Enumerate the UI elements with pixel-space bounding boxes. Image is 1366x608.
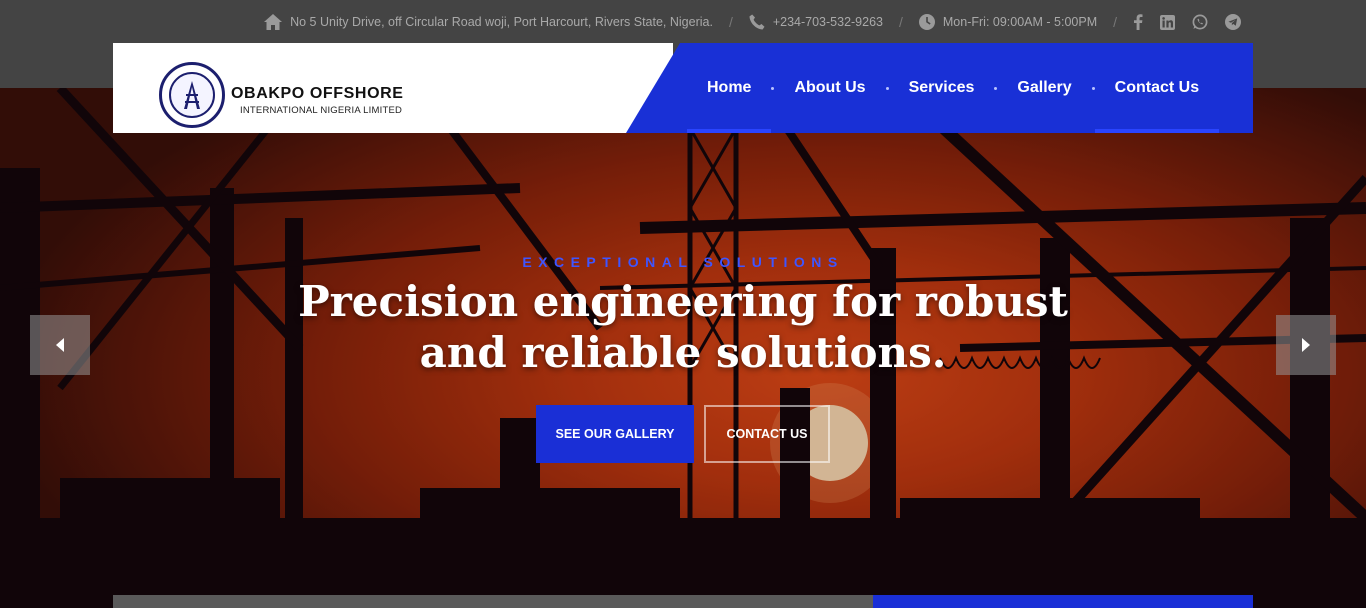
nav-contact-us[interactable]: Contact Us xyxy=(1094,43,1220,133)
company-logo[interactable] xyxy=(159,62,225,128)
main-nav: Home About Us Services Gallery Contact U… xyxy=(687,43,1220,133)
nav-gallery[interactable]: Gallery xyxy=(997,43,1091,133)
separator: / xyxy=(1113,14,1117,30)
hours-text: Mon-Fri: 09:00AM - 5:00PM xyxy=(942,15,1098,29)
nav-home[interactable]: Home xyxy=(687,43,772,133)
hours-item: Mon-Fri: 09:00AM - 5:00PM xyxy=(918,14,1098,30)
phone-item[interactable]: +234-703-532-9263 xyxy=(749,14,883,30)
address-item: No 5 Unity Drive, off Circular Road woji… xyxy=(264,14,713,30)
contact-info: No 5 Unity Drive, off Circular Road woji… xyxy=(264,12,1249,32)
site-header: OBAKPO OFFSHORE INTERNATIONAL NIGERIA LI… xyxy=(113,43,1253,133)
section-divider-strip xyxy=(113,595,1253,608)
clock-icon xyxy=(918,14,935,30)
whatsapp-icon[interactable] xyxy=(1192,14,1216,30)
telegram-icon[interactable] xyxy=(1225,14,1249,30)
address-text: No 5 Unity Drive, off Circular Road woji… xyxy=(290,15,713,29)
separator: / xyxy=(899,14,903,30)
hero-headline-line2: and reliable solutions. xyxy=(419,328,947,377)
caret-left-icon xyxy=(56,338,64,352)
slider-next-button[interactable] xyxy=(1276,315,1336,375)
phone-icon xyxy=(749,14,765,30)
home-icon xyxy=(264,14,283,30)
social-links xyxy=(1133,14,1249,30)
facebook-icon[interactable] xyxy=(1133,14,1151,30)
hero-eyebrow: EXCEPTIONAL SOLUTIONS xyxy=(522,254,844,270)
nav-services[interactable]: Services xyxy=(889,43,995,133)
linkedin-icon[interactable] xyxy=(1160,14,1183,30)
brand-name: OBAKPO OFFSHORE xyxy=(231,85,404,102)
separator: / xyxy=(728,14,733,30)
slider-prev-button[interactable] xyxy=(30,315,90,375)
see-gallery-button[interactable]: SEE OUR GALLERY xyxy=(536,405,694,463)
section-divider-accent xyxy=(873,595,1253,608)
phone-text[interactable]: +234-703-532-9263 xyxy=(773,15,883,29)
brand-subtitle: INTERNATIONAL NIGERIA LIMITED xyxy=(240,105,403,116)
caret-right-icon xyxy=(1302,338,1310,352)
hero-headline-line1: Precision engineering for robust xyxy=(298,277,1068,326)
nav-about-us[interactable]: About Us xyxy=(774,43,885,133)
oil-rig-icon xyxy=(169,72,215,118)
contact-us-button[interactable]: CONTACT US xyxy=(704,405,830,463)
hero-headline: Precision engineering for robust and rel… xyxy=(283,276,1083,378)
